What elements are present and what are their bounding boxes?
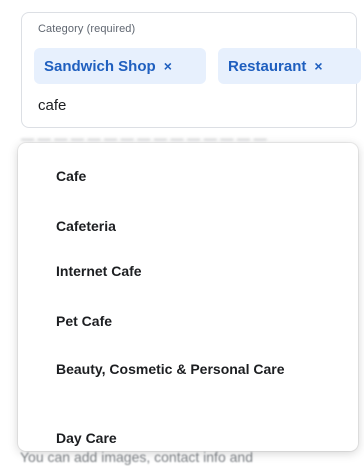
category-field-label: Category (required) (38, 23, 136, 35)
category-suggestions-dropdown: Cafe Cafeteria Internet Cafe Pet Cafe Be… (18, 143, 358, 451)
dropdown-option-internet-cafe[interactable]: Internet Cafe (18, 260, 358, 282)
category-picker-screen: — — — — — — — — — — — — — — — Category (… (0, 0, 364, 466)
dropdown-option-cafe[interactable]: Cafe (18, 165, 358, 187)
category-chip-restaurant[interactable]: Restaurant × (218, 48, 361, 84)
category-chip-sandwich-shop[interactable]: Sandwich Shop × (34, 48, 206, 84)
category-field[interactable]: Category (required) Sandwich Shop × Rest… (21, 12, 361, 128)
close-icon[interactable]: × (164, 59, 172, 73)
dropdown-option-beauty-cosmetic-personal-care[interactable]: Beauty, Cosmetic & Personal Care (18, 358, 308, 380)
dropdown-option-day-care[interactable]: Day Care (18, 427, 358, 449)
footer-hint-text: You can add images, contact info and (20, 449, 253, 465)
dropdown-option-pet-cafe[interactable]: Pet Cafe (18, 310, 358, 332)
close-icon[interactable]: × (314, 59, 322, 73)
chip-label: Sandwich Shop (44, 57, 156, 75)
category-search-input[interactable] (38, 93, 338, 117)
dropdown-option-cafeteria[interactable]: Cafeteria (18, 215, 358, 237)
chip-label: Restaurant (228, 57, 307, 75)
